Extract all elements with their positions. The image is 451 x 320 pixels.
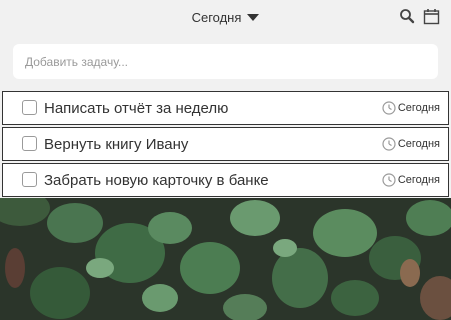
task-title: Забрать новую карточку в банке bbox=[44, 172, 269, 189]
task-due: Сегодня bbox=[382, 173, 440, 187]
succulent-photo-image bbox=[0, 198, 451, 320]
task-checkbox[interactable] bbox=[22, 100, 37, 115]
add-task-container bbox=[13, 44, 438, 79]
task-list: Написать отчёт за неделю Сегодня Вернуть… bbox=[2, 91, 449, 199]
calendar-button[interactable] bbox=[421, 6, 441, 26]
search-icon bbox=[400, 9, 415, 24]
task-checkbox[interactable] bbox=[22, 136, 37, 151]
background-photo bbox=[0, 198, 451, 320]
task-due-label: Сегодня bbox=[397, 174, 440, 186]
task-checkbox[interactable] bbox=[22, 172, 37, 187]
clock-icon bbox=[382, 173, 396, 187]
task-item[interactable]: Вернуть книгу Ивану Сегодня bbox=[2, 127, 449, 161]
task-title: Вернуть книгу Ивану bbox=[44, 136, 189, 153]
task-due-label: Сегодня bbox=[397, 102, 440, 114]
task-title: Написать отчёт за неделю bbox=[44, 100, 229, 117]
caret-down-icon bbox=[247, 14, 260, 22]
clock-icon bbox=[382, 137, 396, 151]
clock-icon bbox=[382, 101, 396, 115]
date-filter-dropdown[interactable]: Сегодня bbox=[0, 9, 451, 25]
task-item[interactable]: Забрать новую карточку в банке Сегодня bbox=[2, 163, 449, 197]
search-button[interactable] bbox=[397, 6, 417, 26]
date-filter-label: Сегодня bbox=[191, 10, 242, 26]
task-due: Сегодня bbox=[382, 137, 440, 151]
header: Сегодня bbox=[0, 0, 451, 36]
calendar-icon bbox=[423, 8, 439, 24]
task-due-label: Сегодня bbox=[397, 138, 440, 150]
task-due: Сегодня bbox=[382, 101, 440, 115]
add-task-input[interactable] bbox=[13, 44, 438, 79]
task-item[interactable]: Написать отчёт за неделю Сегодня bbox=[2, 91, 449, 125]
